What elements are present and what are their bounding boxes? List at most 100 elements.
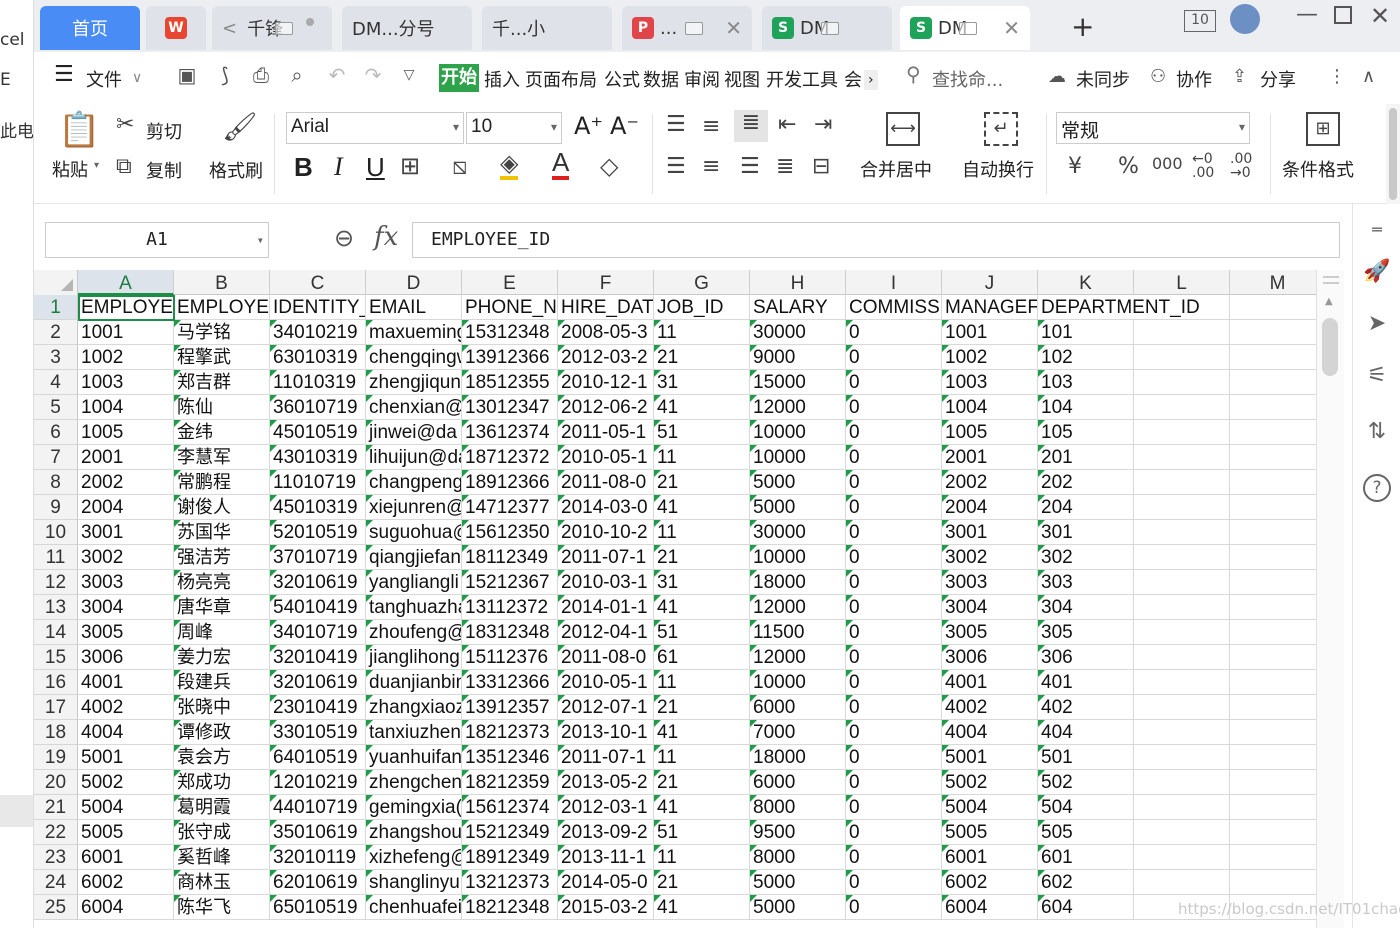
data-cell[interactable]: [1230, 795, 1316, 820]
split-handle-icon[interactable]: [1323, 276, 1339, 284]
data-cell[interactable]: [1230, 620, 1316, 645]
data-cell[interactable]: 0: [846, 820, 942, 845]
data-cell[interactable]: 0: [846, 695, 942, 720]
data-cell[interactable]: 1002: [78, 345, 174, 370]
menu-view[interactable]: 视图: [724, 66, 760, 92]
data-cell[interactable]: 14712377: [462, 495, 558, 520]
data-cell[interactable]: 7000: [750, 720, 846, 745]
data-cell[interactable]: 13912366: [462, 345, 558, 370]
export-icon[interactable]: ⟆: [212, 62, 238, 88]
data-cell[interactable]: 404: [1038, 720, 1134, 745]
data-cell[interactable]: [1134, 445, 1230, 470]
data-cell[interactable]: 18912366: [462, 470, 558, 495]
row-header[interactable]: 5: [34, 395, 78, 420]
column-header-h[interactable]: H: [750, 270, 846, 295]
data-cell[interactable]: 13912357: [462, 695, 558, 720]
data-cell[interactable]: tanxiuzhen: [366, 720, 462, 745]
data-cell[interactable]: 41: [654, 895, 750, 920]
data-cell[interactable]: [1134, 695, 1230, 720]
data-cell[interactable]: 2013-10-1: [558, 720, 654, 745]
data-cell[interactable]: zhengjiqun: [366, 370, 462, 395]
data-cell[interactable]: 37010719: [270, 545, 366, 570]
data-cell[interactable]: 谭修政: [174, 720, 270, 745]
data-cell[interactable]: 2013-09-2: [558, 820, 654, 845]
data-cell[interactable]: 23010419: [270, 695, 366, 720]
data-cell[interactable]: 32010619: [270, 570, 366, 595]
data-cell[interactable]: 41: [654, 395, 750, 420]
data-cell[interactable]: 2011-08-0: [558, 645, 654, 670]
data-cell[interactable]: 43010319: [270, 445, 366, 470]
data-cell[interactable]: 11: [654, 670, 750, 695]
vertical-scrollbar[interactable]: ▲: [1316, 270, 1344, 928]
row-header[interactable]: 19: [34, 745, 78, 770]
data-cell[interactable]: 501: [1038, 745, 1134, 770]
data-cell[interactable]: 1003: [942, 370, 1038, 395]
data-cell[interactable]: 32010119: [270, 845, 366, 870]
tab-home[interactable]: 首页: [40, 6, 140, 50]
header-cell[interactable]: EMAIL: [366, 295, 462, 320]
number-format-select[interactable]: 常规 ▾: [1056, 112, 1250, 144]
search-input[interactable]: 查找命...: [932, 66, 1003, 92]
data-cell[interactable]: 41: [654, 720, 750, 745]
share-button[interactable]: 分享: [1260, 66, 1296, 92]
fill-color-icon[interactable]: ◈: [500, 150, 519, 180]
unsynced-button[interactable]: 未同步: [1076, 66, 1130, 92]
data-cell[interactable]: 3002: [942, 545, 1038, 570]
data-cell[interactable]: 15112376: [462, 645, 558, 670]
data-cell[interactable]: 4001: [78, 670, 174, 695]
data-cell[interactable]: 21: [654, 545, 750, 570]
data-cell[interactable]: 5000: [750, 495, 846, 520]
data-cell[interactable]: [1134, 370, 1230, 395]
data-cell[interactable]: 13312366: [462, 670, 558, 695]
data-cell[interactable]: 葛明霞: [174, 795, 270, 820]
data-cell[interactable]: [1230, 845, 1316, 870]
data-cell[interactable]: 41: [654, 595, 750, 620]
name-box[interactable]: A1 ▾: [45, 222, 269, 258]
font-name-select[interactable]: Arial ▾: [286, 112, 464, 144]
data-cell[interactable]: 2012-04-1: [558, 620, 654, 645]
font-size-select[interactable]: 10 ▾: [466, 112, 562, 144]
undo-icon[interactable]: ↶: [324, 62, 350, 88]
data-cell[interactable]: 45010519: [270, 420, 366, 445]
increase-indent-icon[interactable]: ⇥: [814, 112, 832, 137]
row-header[interactable]: 10: [34, 520, 78, 545]
data-cell[interactable]: shanglinyu: [366, 870, 462, 895]
data-cell[interactable]: 21: [654, 695, 750, 720]
data-cell[interactable]: 2012-03-2: [558, 345, 654, 370]
data-cell[interactable]: [1230, 695, 1316, 720]
column-header-d[interactable]: D: [366, 270, 462, 295]
data-cell[interactable]: 6001: [78, 845, 174, 870]
cursor-icon[interactable]: ➤: [1363, 310, 1391, 338]
data-cell[interactable]: 2012-07-1: [558, 695, 654, 720]
data-cell[interactable]: 5000: [750, 470, 846, 495]
conditional-format-button[interactable]: 条件格式: [1282, 156, 1354, 182]
data-cell[interactable]: 3005: [942, 620, 1038, 645]
ribbon-scroll-thumb[interactable]: [1389, 108, 1397, 200]
data-cell[interactable]: [1134, 320, 1230, 345]
data-cell[interactable]: 64010519: [270, 745, 366, 770]
data-cell[interactable]: 51: [654, 820, 750, 845]
align-left-icon[interactable]: ☰: [666, 154, 686, 179]
row-header[interactable]: 12: [34, 570, 78, 595]
formula-input[interactable]: EMPLOYEE_ID: [412, 222, 1340, 258]
data-cell[interactable]: 31: [654, 570, 750, 595]
data-cell[interactable]: 5004: [942, 795, 1038, 820]
data-cell[interactable]: 11: [654, 445, 750, 470]
data-cell[interactable]: 3001: [942, 520, 1038, 545]
row-header[interactable]: 25: [34, 895, 78, 920]
column-header-b[interactable]: B: [174, 270, 270, 295]
data-cell[interactable]: 0: [846, 395, 942, 420]
data-cell[interactable]: 15212349: [462, 820, 558, 845]
data-cell[interactable]: [1230, 345, 1316, 370]
data-cell[interactable]: 2010-05-1: [558, 445, 654, 470]
data-cell[interactable]: 202: [1038, 470, 1134, 495]
header-cell[interactable]: EMPLOYE: [174, 295, 270, 320]
print-preview-icon[interactable]: ⌕: [284, 62, 310, 88]
menu-developer[interactable]: 开发工具: [766, 66, 838, 92]
row-header[interactable]: 6: [34, 420, 78, 445]
align-bottom-icon[interactable]: ≣: [734, 110, 768, 142]
data-cell[interactable]: 12000: [750, 645, 846, 670]
tab-doc-qianfeng[interactable]: < 千锋: [212, 6, 332, 50]
row-header[interactable]: 3: [34, 345, 78, 370]
maximize-icon[interactable]: [1334, 6, 1352, 24]
